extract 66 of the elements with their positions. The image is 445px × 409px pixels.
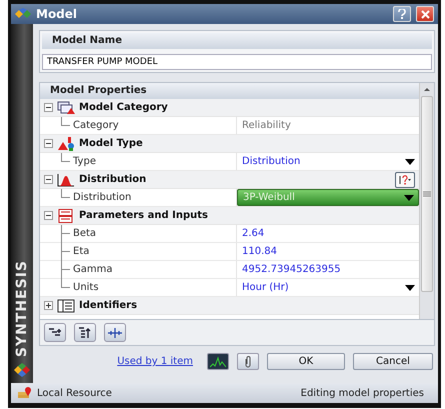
used-by-link[interactable]: Used by 1 item — [117, 356, 193, 367]
property-name: Type — [73, 156, 96, 167]
dropdown-caret-icon[interactable] — [405, 284, 415, 290]
expand-all-button[interactable] — [44, 323, 66, 342]
cancel-button[interactable]: Cancel — [353, 353, 433, 370]
paperclip-icon — [244, 356, 252, 368]
brand-name: SYNTHESIS — [14, 260, 30, 357]
location-pin-icon — [17, 386, 33, 400]
dropdown-caret-icon[interactable] — [404, 194, 414, 200]
sort-button[interactable] — [74, 323, 96, 342]
sort-icon — [78, 326, 92, 338]
scroll-up-icon[interactable] — [423, 86, 431, 94]
help-icon — [398, 174, 412, 184]
property-group-row[interactable]: Model Type — [40, 135, 419, 153]
close-icon — [420, 10, 430, 18]
chart-button[interactable] — [207, 353, 229, 370]
grip-icon — [423, 191, 431, 197]
line-chart-icon — [210, 356, 226, 368]
property-value[interactable]: 4952.73945263955 — [237, 261, 419, 278]
collapse-icon[interactable] — [44, 175, 53, 184]
split-columns-button[interactable] — [104, 323, 126, 342]
property-value[interactable]: 2.64 — [237, 225, 419, 242]
group-label: Distribution — [79, 174, 148, 185]
section-header: Model Name — [42, 33, 432, 49]
shapes-icon — [57, 136, 75, 150]
property-value: Reliability — [241, 119, 292, 133]
property-dropdown[interactable]: Hour (Hr) — [237, 279, 419, 296]
model-name-field[interactable]: TRANSFER PUMP MODEL — [42, 54, 432, 70]
property-group-row[interactable]: Model Category — [40, 99, 419, 117]
property-group-row[interactable]: Identifiers — [40, 297, 419, 315]
columns-icon — [108, 328, 122, 338]
ok-button[interactable]: OK — [267, 353, 345, 370]
collapse-icon[interactable] — [44, 139, 53, 148]
property-group-row[interactable]: Distribution — [40, 171, 419, 189]
property-dropdown[interactable]: Distribution — [237, 153, 419, 170]
property-value[interactable]: 110.84 — [237, 243, 419, 260]
collapse-icon[interactable] — [44, 211, 53, 220]
app-logo-icon — [15, 8, 31, 20]
status-location: Local Resource — [37, 388, 113, 398]
attachment-button[interactable] — [237, 353, 259, 370]
status-message: Editing model properties — [300, 388, 424, 398]
list-icon — [57, 298, 75, 312]
window-title: Model — [36, 7, 78, 21]
expand-icon[interactable] — [44, 301, 53, 310]
group-label: Model Type — [79, 138, 144, 149]
scrollbar[interactable] — [419, 83, 434, 319]
bell-curve-icon — [57, 172, 75, 186]
help-button[interactable] — [395, 172, 415, 188]
property-name: Category — [73, 120, 119, 131]
group-label: Parameters and Inputs — [79, 210, 209, 221]
dropdown-caret-icon[interactable] — [405, 158, 415, 164]
tree-icon — [48, 328, 62, 338]
section-header: Model Properties — [40, 83, 419, 99]
property-name: Beta — [73, 228, 96, 239]
group-label: Model Category — [79, 102, 169, 113]
brand-logo-icon — [14, 363, 30, 377]
question-mark-icon — [398, 9, 406, 19]
cards-icon — [57, 100, 75, 114]
property-name: Units — [73, 282, 99, 293]
property-name: Gamma — [73, 264, 112, 275]
collapse-icon[interactable] — [44, 103, 53, 112]
group-label: Identifiers — [79, 300, 138, 311]
close-button[interactable] — [416, 6, 434, 22]
property-group-row[interactable]: Parameters and Inputs — [40, 207, 419, 225]
property-name: Distribution — [73, 192, 132, 203]
property-name: Eta — [73, 246, 90, 257]
